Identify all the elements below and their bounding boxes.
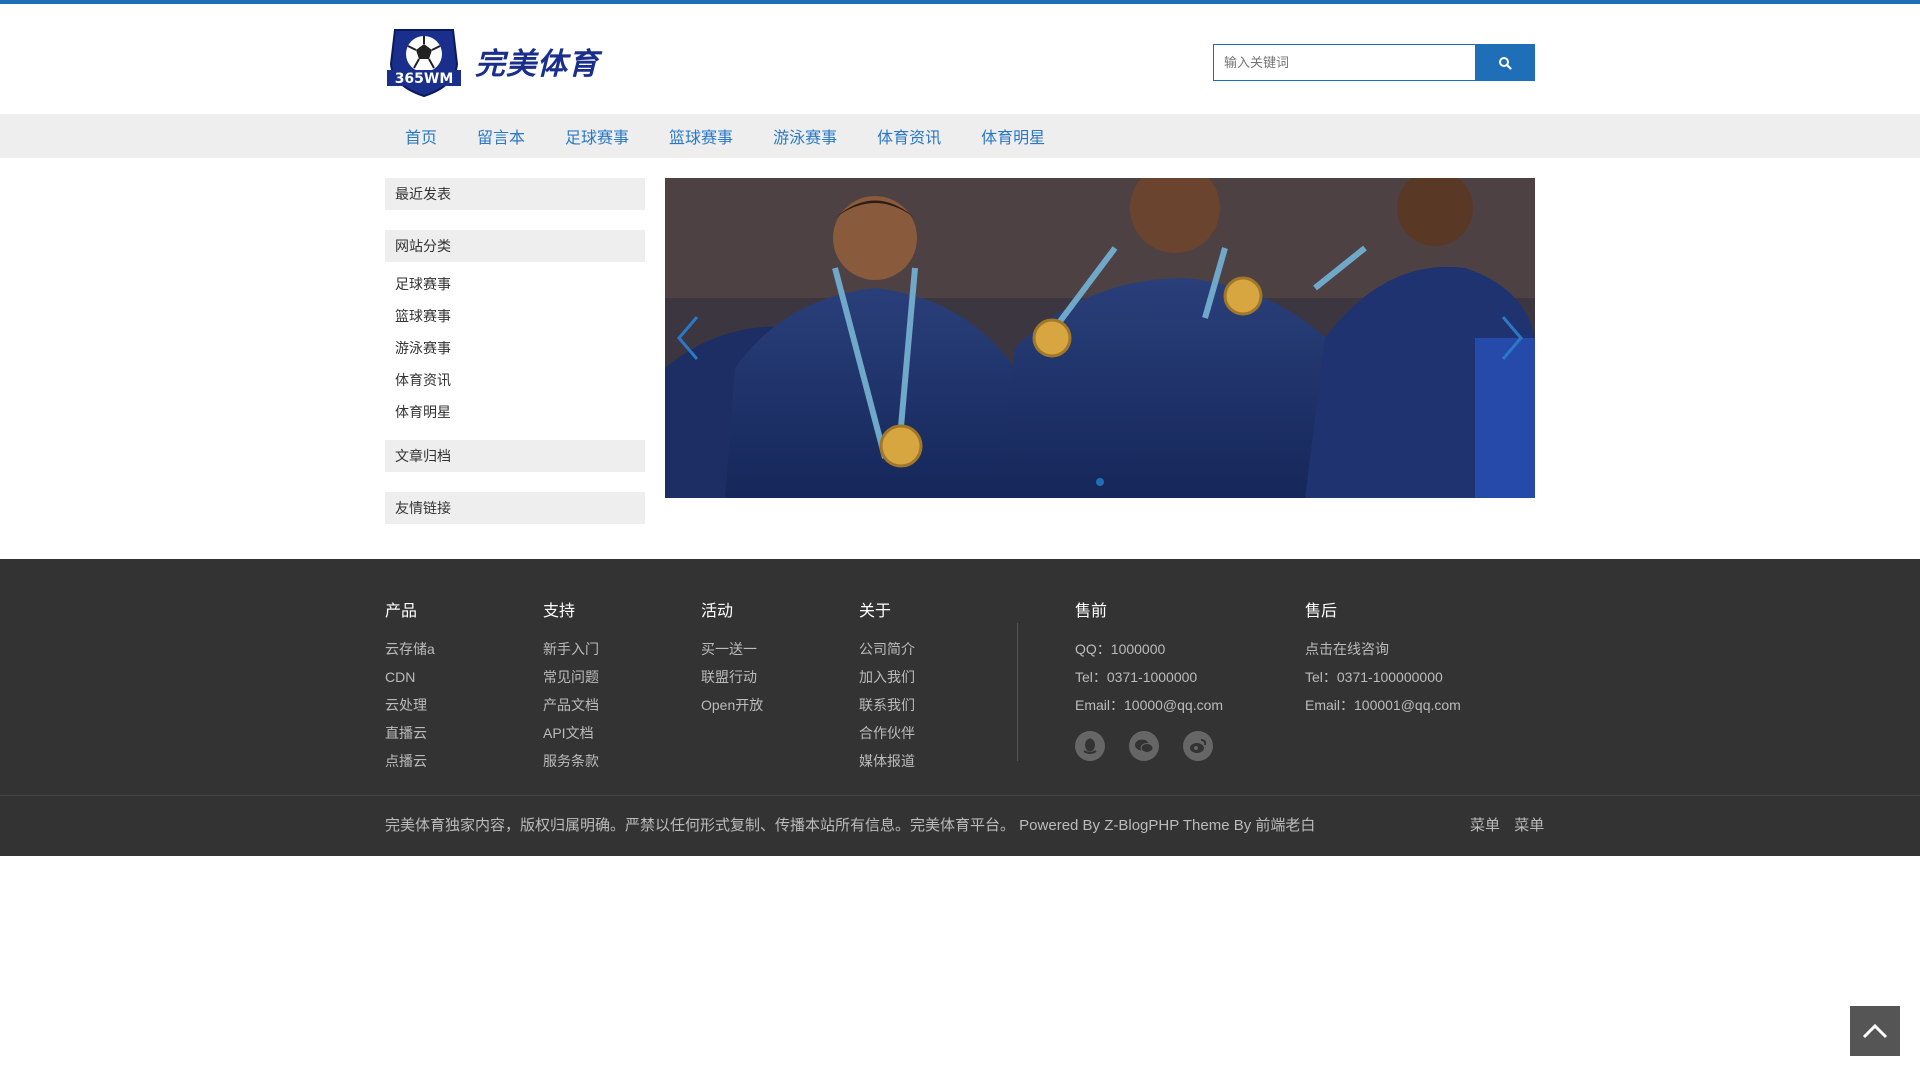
sidebar-title-archive: 文章归档: [385, 440, 645, 472]
copyright-text: 完美体育独家内容，版权归属明确。严禁以任何形式复制、传播本站所有信息。完美体育平…: [385, 817, 1316, 834]
search-button[interactable]: [1475, 44, 1535, 81]
slide-image: [665, 178, 1535, 498]
footer-presale: 售前 QQ：1000000 Tel：0371-1000000 Email：100…: [1075, 597, 1223, 761]
logo-badge: 365WM: [385, 24, 463, 98]
nav-item-football[interactable]: 足球赛事: [545, 124, 649, 148]
footer-link[interactable]: 云处理: [385, 691, 435, 719]
footer-col-title: 产品: [385, 603, 418, 620]
social-links: [1075, 731, 1223, 761]
footer-col-support: 支持 新手入门 常见问题 产品文档 API文档 服务条款: [543, 597, 599, 775]
footer-col-activities: 活动 买一送一 联盟行动 Open开放: [701, 597, 763, 719]
aftersale-title: 售后: [1305, 603, 1338, 620]
footer-bottom-bar: 完美体育独家内容，版权归属明确。严禁以任何形式复制、传播本站所有信息。完美体育平…: [0, 795, 1920, 856]
footer-divider: [1017, 623, 1018, 761]
category-link[interactable]: 体育资讯: [395, 366, 525, 398]
footer-link[interactable]: 产品文档: [543, 691, 599, 719]
image-slider[interactable]: [665, 178, 1535, 498]
category-link[interactable]: 游泳赛事: [395, 334, 525, 366]
footer-menu-item[interactable]: 菜单: [1470, 817, 1500, 834]
search-input[interactable]: [1213, 44, 1475, 81]
aftersale-email: Email：100001@qq.com: [1305, 697, 1461, 713]
presale-qq: QQ：1000000: [1075, 641, 1166, 657]
site-logo[interactable]: 365WM 完美体育: [385, 24, 599, 98]
logo-badge-text: 365WM: [395, 71, 454, 87]
qq-icon: [1083, 738, 1097, 754]
sidebar: 最近发表 网站分类 足球赛事 篮球赛事 游泳赛事 体育资讯 体育明星 文章归档 …: [385, 178, 645, 544]
back-to-top-button[interactable]: [1850, 1006, 1900, 1056]
chevron-up-icon: [1862, 1023, 1888, 1039]
footer-link[interactable]: 买一送一: [701, 635, 763, 663]
site-footer: 产品 云存储a CDN 云处理 直播云 点播云 支持 新手入门 常见问题 产品文…: [0, 559, 1920, 856]
footer-col-products: 产品 云存储a CDN 云处理 直播云 点播云: [385, 597, 435, 775]
footer-col-title: 支持: [543, 603, 576, 620]
wechat-button[interactable]: [1129, 731, 1159, 761]
slider-next-button[interactable]: [1497, 313, 1527, 363]
footer-link[interactable]: 联盟行动: [701, 663, 763, 691]
footer-link[interactable]: 新手入门: [543, 635, 599, 663]
footer-col-title: 关于: [859, 603, 892, 620]
site-header: 365WM 完美体育: [0, 4, 1920, 114]
footer-link[interactable]: 直播云: [385, 719, 435, 747]
sidebar-title-recent: 最近发表: [385, 178, 645, 210]
footer-aftersale: 售后 点击在线咨询 Tel：0371-100000000 Email：10000…: [1305, 597, 1461, 719]
main-content: 最近发表 网站分类 足球赛事 篮球赛事 游泳赛事 体育资讯 体育明星 文章归档 …: [0, 178, 1920, 524]
nav-item-swimming[interactable]: 游泳赛事: [753, 124, 857, 148]
category-link[interactable]: 体育明星: [395, 398, 525, 430]
category-link[interactable]: 足球赛事: [395, 270, 525, 302]
footer-link[interactable]: 服务条款: [543, 747, 599, 775]
nav-item-stars[interactable]: 体育明星: [961, 124, 1065, 148]
aftersale-online-consult[interactable]: 点击在线咨询: [1305, 635, 1461, 663]
sidebar-title-links: 友情链接: [385, 492, 645, 524]
chevron-right-icon: [1501, 316, 1523, 360]
footer-link[interactable]: 合作伙伴: [859, 719, 915, 747]
weibo-button[interactable]: [1183, 731, 1213, 761]
footer-link[interactable]: 联系我们: [859, 691, 915, 719]
logo-text: 完美体育: [475, 47, 599, 82]
presale-title: 售前: [1075, 603, 1108, 620]
nav-item-news[interactable]: 体育资讯: [857, 124, 961, 148]
presale-email: Email：10000@qq.com: [1075, 697, 1224, 713]
nav-item-home[interactable]: 首页: [385, 124, 457, 148]
wechat-icon: [1135, 739, 1154, 753]
slider-dots: [665, 478, 1535, 486]
footer-link[interactable]: 加入我们: [859, 663, 915, 691]
footer-link[interactable]: 公司简介: [859, 635, 915, 663]
footer-link[interactable]: CDN: [385, 663, 435, 691]
nav-item-guestbook[interactable]: 留言本: [457, 124, 545, 148]
footer-col-about: 关于 公司简介 加入我们 联系我们 合作伙伴 媒体报道: [859, 597, 915, 775]
footer-link[interactable]: 媒体报道: [859, 747, 915, 775]
footer-link[interactable]: Open开放: [701, 691, 763, 719]
slider-dot-active[interactable]: [1096, 478, 1104, 486]
search-icon: [1499, 56, 1512, 70]
nav-item-basketball[interactable]: 篮球赛事: [649, 124, 753, 148]
slider-prev-button[interactable]: [673, 313, 703, 363]
footer-col-title: 活动: [701, 603, 734, 620]
presale-tel: Tel：0371-1000000: [1075, 669, 1198, 685]
chevron-left-icon: [677, 316, 699, 360]
footer-link[interactable]: 点播云: [385, 747, 435, 775]
aftersale-tel: Tel：0371-100000000: [1305, 669, 1443, 685]
weibo-icon: [1190, 739, 1207, 753]
footer-link[interactable]: 云存储a: [385, 635, 435, 663]
footer-menu: 菜单 菜单: [1460, 814, 1544, 835]
footer-menu-item[interactable]: 菜单: [1514, 817, 1544, 834]
main-nav: 首页 留言本 足球赛事 篮球赛事 游泳赛事 体育资讯 体育明星: [0, 114, 1920, 158]
category-link[interactable]: 篮球赛事: [395, 302, 525, 334]
footer-link[interactable]: 常见问题: [543, 663, 599, 691]
footer-link[interactable]: API文档: [543, 719, 599, 747]
qq-button[interactable]: [1075, 731, 1105, 761]
category-list: 足球赛事 篮球赛事 游泳赛事 体育资讯 体育明星: [385, 270, 645, 430]
sidebar-title-categories: 网站分类: [385, 230, 645, 262]
search-form: [1213, 44, 1535, 81]
